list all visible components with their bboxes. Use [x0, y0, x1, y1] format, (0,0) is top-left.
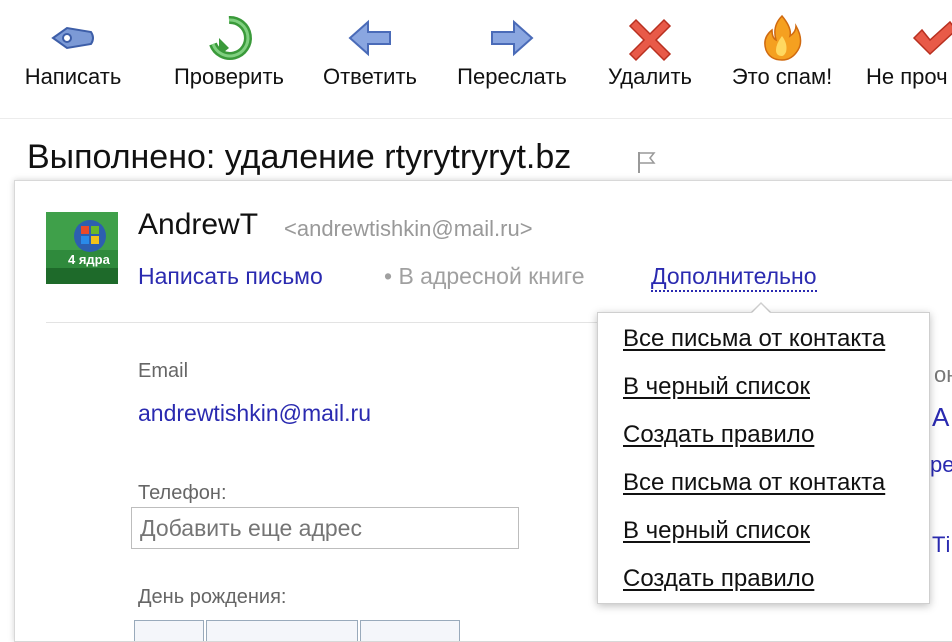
- check-mail-label: Проверить: [173, 64, 285, 89]
- birthday-year-select[interactable]: [360, 620, 460, 641]
- right-column-text[interactable]: ре: [930, 452, 952, 478]
- dropdown-pointer-fill: [752, 304, 770, 313]
- reply-arrow-icon: [346, 14, 394, 62]
- menu-item-create-rule[interactable]: Создать правило: [623, 421, 814, 449]
- toolbar: Написать Проверить Ответить Переслать Уд…: [0, 0, 952, 100]
- delete-button[interactable]: Удалить: [596, 0, 704, 100]
- pen-icon: [49, 14, 97, 62]
- email-value-link[interactable]: andrewtishkin@mail.ru: [138, 400, 371, 427]
- menu-item-blacklist-2[interactable]: В черный список: [623, 517, 810, 545]
- more-actions-link[interactable]: Дополнительно: [651, 263, 817, 292]
- flag-icon[interactable]: [636, 150, 658, 174]
- delete-x-icon: [626, 14, 674, 62]
- compose-button[interactable]: Написать: [10, 0, 136, 100]
- avatar-text: 4 ядра: [68, 252, 110, 267]
- toolbar-divider: [0, 118, 952, 119]
- right-column-label: оно: [934, 362, 952, 387]
- mark-unread-button[interactable]: Не проч: [864, 0, 952, 100]
- mark-unread-label: Не проч: [866, 64, 948, 89]
- menu-item-all-letters[interactable]: Все письма от контакта: [623, 325, 885, 353]
- contact-name: AndrewT: [138, 208, 259, 241]
- menu-item-blacklist[interactable]: В черный список: [623, 373, 810, 401]
- menu-item-all-letters-2[interactable]: Все письма от контакта: [623, 469, 885, 497]
- birthday-day-select[interactable]: [134, 620, 204, 641]
- phone-input[interactable]: [131, 507, 519, 549]
- right-column-text-2[interactable]: Ті: [932, 532, 950, 558]
- forward-label: Переслать: [457, 64, 567, 89]
- phone-label: Телефон:: [138, 482, 227, 504]
- email-label: Email: [138, 360, 189, 382]
- more-actions-dropdown: Все письма от контакта В черный список С…: [597, 312, 930, 604]
- address-book-link[interactable]: • В адресной книге: [384, 263, 585, 290]
- menu-item-create-rule-2[interactable]: Создать правило: [623, 565, 814, 593]
- flame-icon: [758, 14, 806, 62]
- spam-button[interactable]: Это спам!: [720, 0, 844, 100]
- write-letter-link[interactable]: Написать письмо: [138, 263, 323, 290]
- compose-label: Написать: [24, 64, 122, 89]
- reply-label: Ответить: [322, 64, 418, 89]
- right-column-link[interactable]: А: [932, 402, 949, 433]
- checkmark-icon: [910, 14, 952, 62]
- forward-button[interactable]: Переслать: [446, 0, 578, 100]
- card-divider: [46, 322, 606, 323]
- delete-label: Удалить: [608, 64, 692, 89]
- birthday-month-select[interactable]: [206, 620, 358, 641]
- message-subject: Выполнено: удаление rtyrytryryt.bz: [27, 138, 572, 176]
- refresh-icon: [205, 14, 253, 62]
- contact-email-header: <andrewtishkin@mail.ru>: [284, 216, 533, 241]
- spam-label: Это спам!: [731, 64, 833, 89]
- birthday-label: День рождения:: [138, 586, 287, 608]
- reply-button[interactable]: Ответить: [314, 0, 426, 100]
- check-mail-button[interactable]: Проверить: [162, 0, 296, 100]
- forward-arrow-icon: [488, 14, 536, 62]
- avatar: 4 ядра: [46, 212, 118, 284]
